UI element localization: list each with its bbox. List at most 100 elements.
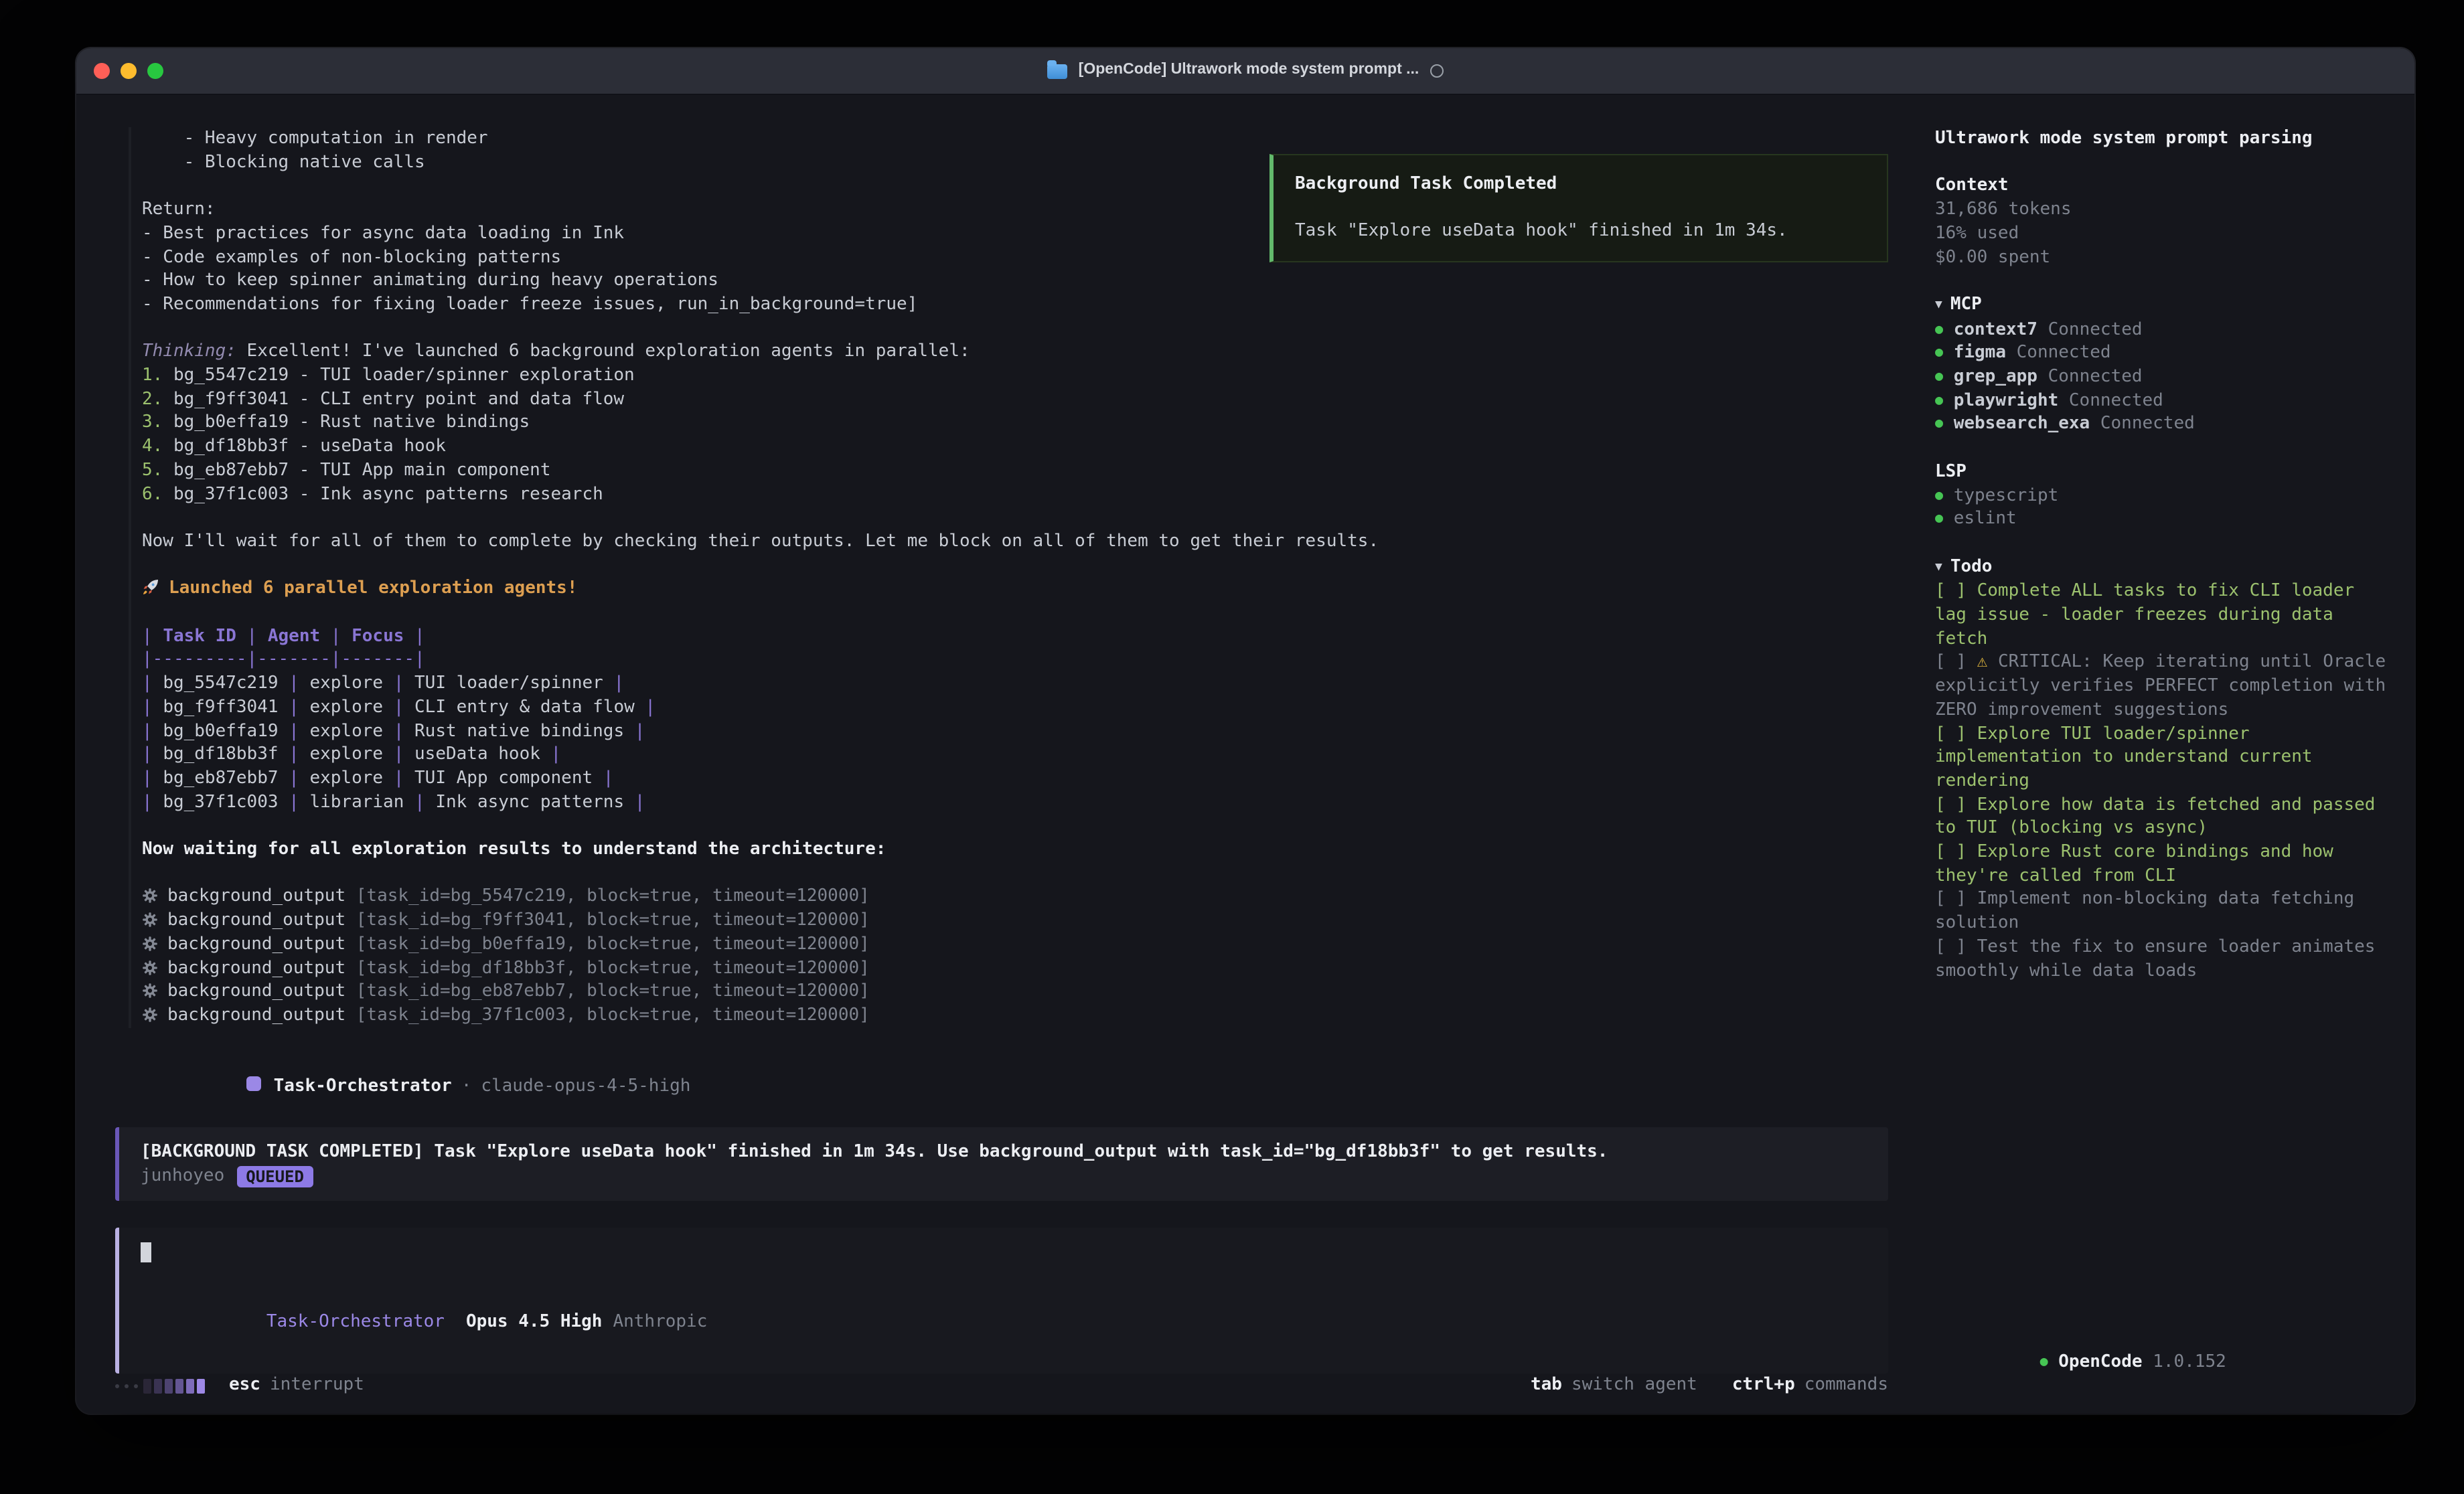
- active-agent-label: Task-Orchestrator: [266, 1312, 445, 1332]
- todo-item: [ ] Explore Rust core bindings and how t…: [1935, 841, 2393, 888]
- mcp-section: ▼ MCP ● context7 Connected● figma Connect…: [1935, 293, 2393, 436]
- input-footer: Task-Orchestrator Opus 4.5 High Anthropic: [141, 1286, 1867, 1357]
- modified-indicator-icon: [1430, 64, 1443, 78]
- terminal-line: [142, 601, 1888, 625]
- terminal-main: - Heavy computation in render - Blocking…: [76, 95, 1910, 1414]
- gear-icon: [142, 983, 158, 999]
- commands-label: commands: [1804, 1374, 1888, 1398]
- separator-dot: ·: [461, 1076, 472, 1096]
- agent-list-item: 4. bg_df18bb3f - useData hook: [142, 435, 1888, 459]
- table-row: | bg_5547c219 | explore | TUI loader/spi…: [142, 672, 1888, 695]
- gear-icon: [142, 936, 158, 952]
- agent-list-item: 6. bg_37f1c003 - Ink async patterns rese…: [142, 483, 1888, 506]
- folder-icon: [1048, 65, 1068, 80]
- background-task-completed-panel: [BACKGROUND TASK COMPLETED] Task "Explor…: [115, 1127, 1888, 1201]
- orchestrator-row: Task-Orchestrator · claude-opus-4-5-high: [142, 1052, 1888, 1106]
- chevron-down-icon: ▼: [1935, 299, 1942, 312]
- tool-call-line: background_output [task_id=bg_eb87ebb7, …: [142, 980, 1888, 1003]
- mcp-server-item: ● figma Connected: [1935, 342, 2393, 365]
- screen: [OpenCode] Ultrawork mode system prompt …: [0, 0, 2464, 1494]
- todo-item: [ ] Complete ALL tasks to fix CLI loader…: [1935, 580, 2393, 651]
- todo-list: [ ] Complete ALL tasks to fix CLI loader…: [1935, 580, 2393, 983]
- progress-spinner-icon: [115, 1378, 205, 1393]
- tool-call-line: background_output [task_id=bg_b0effa19, …: [142, 933, 1888, 957]
- todo-section: ▼Todo [ ] Complete ALL tasks to fix CLI …: [1935, 555, 2393, 983]
- agent-square-icon: [247, 1076, 262, 1091]
- tab-label: switch agent: [1571, 1374, 1697, 1398]
- context-heading: Context: [1935, 175, 2393, 198]
- terminal-line: [142, 317, 1888, 340]
- wait-text: Now I'll wait for all of them to complet…: [142, 530, 1888, 554]
- terminal-line: - Recommendations for fixing loader free…: [142, 293, 1888, 317]
- launch-banner: Launched 6 parallel exploration agents!: [142, 578, 1888, 601]
- orchestrator-model: claude-opus-4-5-high: [481, 1076, 690, 1096]
- todo-item: [ ] Explore TUI loader/spinner implement…: [1935, 722, 2393, 793]
- context-stat: 31,686 tokens: [1935, 198, 2393, 222]
- waiting-heading: Now waiting for all exploration results …: [142, 838, 1888, 861]
- gear-icon: [142, 912, 158, 928]
- terminal-window: [OpenCode] Ultrawork mode system prompt …: [76, 48, 2414, 1414]
- lsp-section: LSP ● typescript● eslint: [1935, 461, 2393, 531]
- terminal-line: [142, 861, 1888, 885]
- todo-item: [ ] Test the fix to ensure loader animat…: [1935, 936, 2393, 983]
- terminal-line: - Heavy computation in render: [142, 127, 1888, 151]
- lsp-server-item: ● typescript: [1935, 484, 2393, 507]
- close-button[interactable]: [94, 63, 110, 79]
- mcp-server-item: ● playwright Connected: [1935, 389, 2393, 412]
- notification-body: Task "Explore useData hook" finished in …: [1295, 220, 1865, 244]
- gear-icon: [142, 888, 158, 904]
- lsp-heading: LSP: [1935, 461, 2393, 484]
- table-separator-row: |---------|-------|-------|: [142, 649, 1888, 672]
- mcp-server-item: ● grep_app Connected: [1935, 365, 2393, 389]
- mcp-heading[interactable]: ▼ MCP: [1935, 293, 2393, 318]
- esc-hint: esc interrupt: [229, 1374, 364, 1398]
- terminal-line: [142, 506, 1888, 529]
- table-header-row: | Task ID | Agent | Focus |: [142, 625, 1888, 648]
- table-row: | bg_37f1c003 | librarian | Ink async pa…: [142, 791, 1888, 814]
- agent-list-item: 3. bg_b0effa19 - Rust native bindings: [142, 412, 1888, 435]
- table-row: | bg_eb87ebb7 | explore | TUI App compon…: [142, 767, 1888, 791]
- sidebar-footer: ● OpenCode 1.0.152: [1935, 1327, 2393, 1398]
- input-line: [141, 1242, 1867, 1265]
- app-brand: OpenCode: [2058, 1351, 2142, 1372]
- mcp-server-item: ● context7 Connected: [1935, 318, 2393, 341]
- completed-message: [BACKGROUND TASK COMPLETED] Task "Explor…: [141, 1141, 1867, 1164]
- todo-heading[interactable]: ▼Todo: [1935, 555, 2393, 580]
- table-row: | bg_df18bb3f | explore | useData hook |: [142, 743, 1888, 766]
- provider-label: Anthropic: [613, 1312, 707, 1332]
- minimize-button[interactable]: [121, 63, 137, 79]
- terminal-line: - How to keep spinner animating during h…: [142, 269, 1888, 293]
- active-model-label: Opus 4.5 High: [466, 1312, 603, 1332]
- sidebar: Ultrawork mode system prompt parsing Con…: [1910, 95, 2414, 1414]
- tab-hint: tab switch agent: [1531, 1374, 1697, 1398]
- todo-heading-label: Todo: [1950, 556, 1993, 576]
- context-stats: 31,686 tokens16% used$0.00 spent: [1935, 198, 2393, 269]
- zoom-button[interactable]: [147, 63, 163, 79]
- context-stat: 16% used: [1935, 222, 2393, 246]
- terminal-line: [142, 815, 1888, 838]
- tab-key: tab: [1531, 1374, 1562, 1398]
- traffic-lights: [94, 48, 163, 94]
- statusbar-right: tab switch agent ctrl+p commands: [1531, 1374, 1888, 1398]
- context-section: Context 31,686 tokens16% used$0.00 spent: [1935, 175, 2393, 270]
- tool-call-line: background_output [task_id=bg_f9ff3041, …: [142, 909, 1888, 932]
- gear-icon: [142, 1007, 158, 1023]
- esc-key: esc: [229, 1374, 260, 1398]
- window-titlebar: [OpenCode] Ultrawork mode system prompt …: [76, 48, 2414, 95]
- esc-label: interrupt: [270, 1374, 364, 1398]
- status-dot-icon: ●: [2040, 1354, 2048, 1369]
- window-title-group: [OpenCode] Ultrawork mode system prompt …: [1048, 59, 1444, 82]
- ctrlp-key: ctrl+p: [1732, 1374, 1795, 1398]
- orchestrator-name: Task-Orchestrator: [274, 1076, 452, 1096]
- background-task-notification: Background Task Completed Task "Explore …: [1269, 154, 1888, 262]
- prompt-input[interactable]: Task-Orchestrator Opus 4.5 High Anthropic: [115, 1228, 1888, 1374]
- context-stat: $0.00 spent: [1935, 246, 2393, 269]
- tool-call-line: background_output [task_id=bg_df18bb3f, …: [142, 957, 1888, 980]
- commands-hint: ctrl+p commands: [1732, 1374, 1888, 1398]
- text-cursor: [141, 1243, 151, 1263]
- table-row: | bg_f9ff3041 | explore | CLI entry & da…: [142, 696, 1888, 720]
- session-title: Ultrawork mode system prompt parsing: [1935, 127, 2393, 151]
- mcp-heading-label: MCP: [1950, 295, 1982, 315]
- status-bar: esc interrupt tab switch agent ctrl+p comma…: [115, 1374, 1888, 1398]
- window-title: [OpenCode] Ultrawork mode system prompt …: [1079, 59, 1419, 82]
